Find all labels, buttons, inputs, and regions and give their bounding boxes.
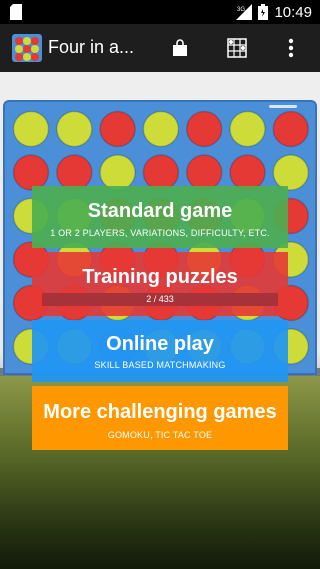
app-logo-icon[interactable] <box>12 34 42 62</box>
app-title: Four in a... <box>48 37 135 57</box>
standard-game-label: Standard game <box>87 200 233 222</box>
game-area: Standard game 1 OR 2 PLAYERS, VARIATIONS… <box>0 72 320 569</box>
training-progress-bar: 2 / 433 <box>42 293 278 306</box>
board-disc <box>142 110 180 148</box>
online-play-subtitle: SKILL BASED MATCHMAKING <box>94 360 226 370</box>
network-type-label: 3G <box>237 7 245 13</box>
board-disc <box>272 110 310 148</box>
action-bar: Four in a... <box>0 24 320 72</box>
more-games-button[interactable]: More challenging games GOMOKU, TIC TAC T… <box>32 386 288 450</box>
board-disc <box>99 154 136 191</box>
status-icons: 3G 10:49 <box>236 3 312 21</box>
standard-game-subtitle: 1 OR 2 PLAYERS, VARIATIONS, DIFFICULTY, … <box>50 228 270 238</box>
board-disc <box>56 110 93 148</box>
board-disc <box>185 154 223 191</box>
more-games-subtitle: GOMOKU, TIC TAC TOE <box>107 430 213 440</box>
board-disc <box>12 154 50 191</box>
training-puzzles-label: Training puzzles <box>82 266 238 288</box>
board-disc <box>229 154 266 191</box>
signal-icon: 3G <box>236 4 253 20</box>
more-games-label: More challenging games <box>43 401 277 423</box>
status-bar: 3G 10:49 <box>0 0 320 24</box>
board-disc <box>99 110 136 148</box>
standard-game-button[interactable]: Standard game 1 OR 2 PLAYERS, VARIATIONS… <box>32 186 288 248</box>
board-disc <box>185 110 223 148</box>
battery-icon <box>258 4 269 20</box>
sd-card-icon <box>10 4 22 20</box>
board-disc <box>229 110 266 148</box>
status-time: 10:49 <box>274 3 312 21</box>
puzzle-grid-icon[interactable] <box>225 36 249 60</box>
board-disc <box>56 154 93 191</box>
training-progress-text: 2 / 433 <box>146 294 174 304</box>
shop-bag-icon[interactable] <box>168 36 192 60</box>
online-play-button[interactable]: Online play SKILL BASED MATCHMAKING <box>32 320 288 382</box>
online-play-label: Online play <box>106 333 214 355</box>
overflow-menu-icon[interactable] <box>279 36 303 60</box>
board-disc <box>12 110 50 148</box>
training-puzzles-button[interactable]: Training puzzles 2 / 433 <box>32 252 288 316</box>
board-disc <box>142 154 180 191</box>
board-disc <box>272 154 310 191</box>
